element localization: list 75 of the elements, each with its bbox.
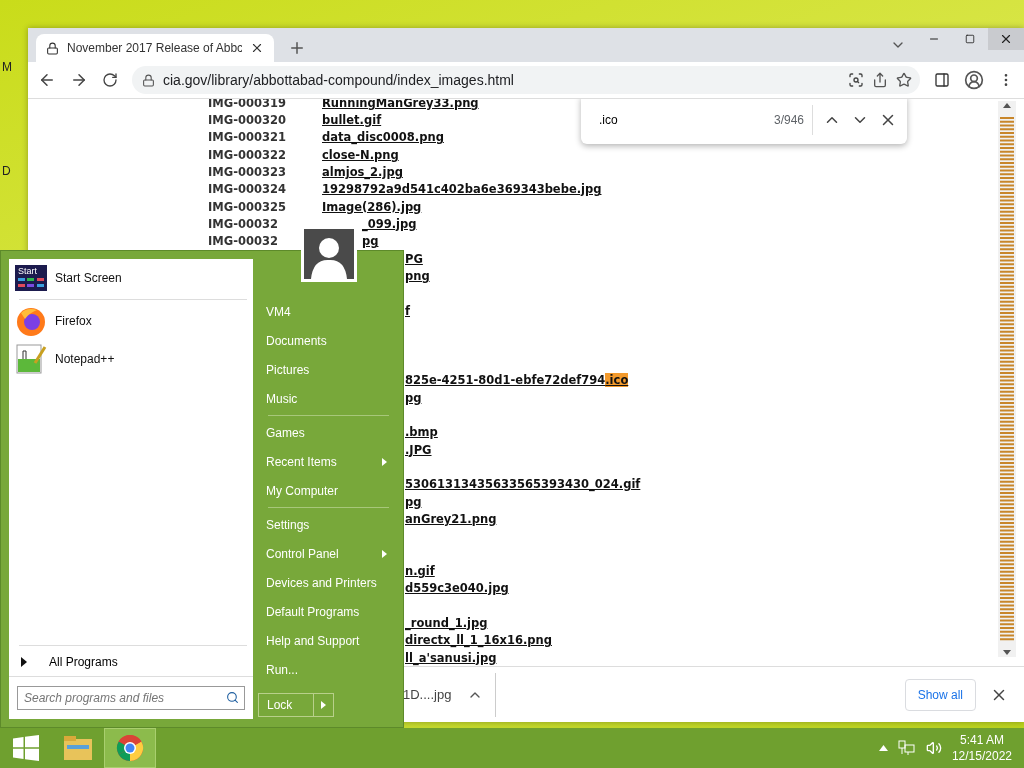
desktop-icon-label: M — [2, 60, 12, 74]
program-item[interactable]: Notepad++ — [9, 340, 253, 378]
windows-icon — [13, 735, 39, 761]
image-id: IMG-000323 — [208, 165, 287, 180]
image-id: IMG-00032 — [208, 217, 279, 232]
file-link[interactable]: n.gif — [405, 563, 435, 578]
file-link[interactable]: data_disc0008.png — [322, 130, 444, 145]
share-icon[interactable] — [872, 72, 888, 88]
desktop-icon-label: D — [2, 164, 11, 178]
search-icon[interactable] — [226, 691, 239, 704]
file-link[interactable]: d559c3e040.jpg — [405, 581, 509, 596]
show-all-button[interactable]: Show all — [904, 678, 976, 711]
close-icon[interactable] — [250, 41, 264, 55]
back-icon[interactable] — [38, 71, 56, 89]
file-link[interactable]: almjos_2.jpg — [322, 165, 403, 180]
file-link[interactable]: png — [405, 269, 430, 284]
file-link[interactable]: _099.jpg — [362, 217, 417, 232]
volume-icon[interactable] — [925, 740, 942, 756]
image-id: IMG-000324 — [208, 182, 287, 197]
file-link[interactable]: bullet.gif — [322, 113, 382, 127]
program-item[interactable]: Firefox — [9, 302, 253, 340]
all-programs-item[interactable]: All Programs — [9, 648, 253, 676]
file-link[interactable]: 19298792a9d541c402ba6e369343bebe.jpg — [322, 182, 602, 197]
file-link[interactable]: Image(286).jpg — [322, 199, 422, 214]
new-tab-icon[interactable] — [288, 39, 306, 57]
file-link[interactable]: PG — [405, 251, 423, 266]
submenu-arrow-icon — [382, 457, 387, 466]
forward-icon[interactable] — [70, 71, 88, 89]
file-link[interactable]: .bmp — [405, 425, 438, 440]
image-id: IMG-000319 — [208, 99, 287, 110]
address-bar[interactable]: cia.gov/library/abbottabad-compound/index_images.html — [132, 66, 920, 94]
image-id: IMG-000322 — [208, 147, 287, 162]
image-id: IMG-000320 — [208, 113, 287, 127]
file-link[interactable]: anGrey21.png — [405, 511, 497, 526]
browser-tab[interactable]: November 2017 Release of Abbc — [36, 34, 274, 62]
profile-icon[interactable] — [964, 70, 984, 90]
taskbar-app[interactable] — [104, 728, 156, 768]
firefox-icon — [15, 305, 47, 337]
close-button[interactable] — [988, 28, 1024, 50]
star-icon[interactable] — [896, 72, 912, 88]
file-link[interactable]: _round_1.jpg — [405, 616, 488, 630]
file-link[interactable]: 53061313435633565393430_024.gif — [405, 477, 641, 492]
file-link[interactable]: close-N.png — [322, 147, 399, 162]
show-hidden-icon[interactable] — [878, 745, 888, 751]
arrow-icon — [321, 701, 326, 709]
reload-icon[interactable] — [102, 72, 118, 88]
lock-icon — [142, 73, 155, 87]
file-link[interactable]: f — [405, 303, 410, 318]
maximize-icon — [965, 34, 975, 44]
folder-icon — [63, 735, 93, 761]
file-link[interactable]: .JPG — [405, 442, 432, 457]
image-id: IMG-000321 — [208, 130, 287, 145]
site-icon — [46, 41, 59, 55]
file-link[interactable]: pg — [362, 234, 379, 249]
file-link[interactable]: pg — [405, 390, 422, 405]
find-icon[interactable] — [848, 72, 864, 88]
lock-options-button[interactable] — [314, 693, 334, 717]
chrome-icon — [116, 734, 144, 762]
notepad-icon — [15, 343, 47, 375]
match-count: 3/946 — [773, 105, 813, 135]
side-panel-icon[interactable] — [934, 72, 950, 88]
program-item[interactable]: Start Start Screen — [9, 259, 253, 297]
file-link[interactable]: ll_a'sanusi.jpg — [405, 650, 497, 665]
submenu-arrow-icon — [382, 549, 387, 558]
search-field[interactable]: Search programs and files — [17, 686, 245, 710]
start-screen-icon: Start — [15, 265, 47, 291]
file-link[interactable]: pg — [405, 494, 422, 509]
close-icon — [999, 32, 1013, 46]
image-id: IMG-00032 — [208, 234, 279, 249]
image-id: IMG-000325 — [208, 199, 287, 214]
find-match: .ico — [605, 373, 629, 388]
file-link[interactable]: directx_ll_1_16x16.png — [405, 633, 552, 648]
file-link[interactable]: 825e-4251-80d1-ebfe72def794.ico — [405, 373, 629, 388]
triangle-icon — [21, 657, 27, 667]
scrollbar[interactable] — [998, 101, 1016, 657]
